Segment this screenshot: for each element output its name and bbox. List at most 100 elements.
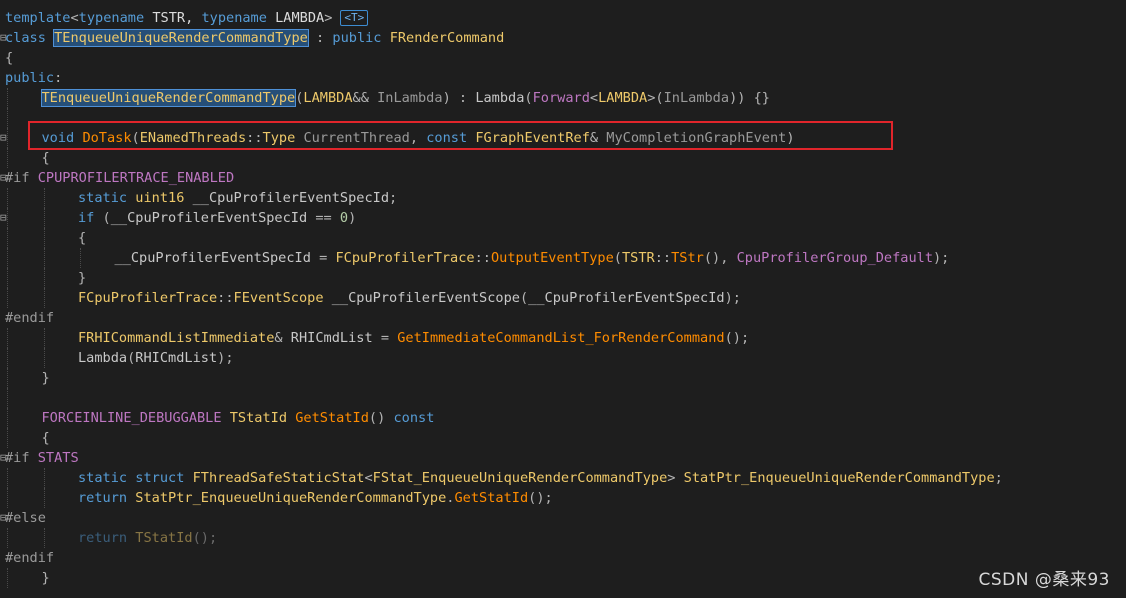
code-token: , (409, 130, 427, 146)
code-line[interactable]: return TStatId(); (0, 528, 1126, 548)
code-token: LAMBDA (598, 90, 648, 106)
code-text: __CpuProfilerEventSpecId = FCpuProfilerT… (115, 248, 950, 268)
code-token: InLambda (377, 90, 443, 106)
indent-guide (7, 128, 8, 148)
code-token: LAMBDA (303, 90, 353, 106)
code-text: #endif (5, 548, 54, 568)
code-text: void DoTask(ENamedThreads::Type CurrentT… (42, 128, 795, 148)
indent-guide (43, 288, 45, 308)
code-token: DoTask (82, 130, 132, 146)
indent-guide (43, 328, 45, 348)
code-token: FThreadSafeStaticStat (192, 470, 365, 486)
code-line[interactable]: } (0, 568, 1126, 588)
code-token: return (78, 490, 128, 506)
code-line[interactable]: static uint16 __CpuProfilerEventSpecId; (0, 188, 1126, 208)
code-token: FRHICommandListImmediate (78, 330, 275, 346)
code-line[interactable]: { (0, 48, 1126, 68)
code-token: public (332, 30, 382, 46)
code-line[interactable]: ⊟ class TEnqueueUniqueRenderCommandType :… (0, 28, 1126, 48)
code-line[interactable]: FORCEINLINE_DEBUGGABLE TStatId GetStatId… (0, 408, 1126, 428)
fold-toggle-icon[interactable]: ⊟ (0, 448, 7, 468)
code-line[interactable]: { (0, 228, 1126, 248)
code-text: template<typename TSTR, typename LAMBDA>… (5, 8, 369, 28)
template-hint-badge[interactable]: <T> (340, 10, 369, 26)
code-text: { (5, 48, 13, 68)
code-line[interactable]: FRHICommandListImmediate& RHICmdList = G… (0, 328, 1126, 348)
code-token: ); (724, 290, 741, 306)
code-line[interactable]: FCpuProfilerTrace::FEventScope __CpuProf… (0, 288, 1126, 308)
code-line[interactable]: ⊟ #if STATS (0, 448, 1126, 468)
code-line[interactable]: } (0, 368, 1126, 388)
code-token: FEventScope (233, 290, 324, 306)
code-token: if (78, 210, 95, 226)
code-token: < (589, 90, 599, 106)
code-line[interactable]: return StatPtr_EnqueueUniqueRenderComman… (0, 488, 1126, 508)
code-token: < (70, 10, 79, 26)
code-line[interactable] (0, 388, 1126, 408)
code-line[interactable]: Lambda(RHICmdList); (0, 348, 1126, 368)
code-line[interactable]: ⊟ void DoTask(ENamedThreads::Type Current… (0, 128, 1126, 148)
code-token: ENamedThreads (139, 130, 247, 146)
code-line[interactable]: static struct FThreadSafeStaticStat<FSta… (0, 468, 1126, 488)
indent-guide (43, 528, 45, 548)
code-line[interactable]: } (0, 268, 1126, 288)
code-line[interactable]: template<typename TSTR, typename LAMBDA>… (0, 8, 1126, 28)
code-line[interactable] (0, 108, 1126, 128)
code-token: void (41, 130, 75, 146)
code-token: : (54, 70, 63, 86)
code-line[interactable]: { (0, 148, 1126, 168)
code-token: > (324, 10, 333, 26)
fold-toggle-icon[interactable]: ⊟ (0, 168, 7, 188)
code-token: = (310, 250, 336, 266)
code-token: :: (217, 290, 234, 306)
fold-toggle-icon[interactable]: ⊟ (0, 128, 7, 148)
code-line[interactable]: TEnqueueUniqueRenderCommandType(LAMBDA&&… (0, 88, 1126, 108)
code-token: Lambda (78, 350, 128, 366)
code-line[interactable]: { (0, 428, 1126, 448)
fold-toggle-icon[interactable]: ⊟ (0, 28, 7, 48)
code-line[interactable]: public: (0, 68, 1126, 88)
fold-toggle-icon[interactable]: ⊟ (0, 208, 7, 228)
code-token: return (78, 530, 128, 546)
code-token: } (41, 570, 50, 586)
code-line[interactable]: #endif (0, 548, 1126, 568)
code-token: static (78, 470, 128, 486)
code-token: TStatId (229, 410, 288, 426)
code-token: #endif (5, 550, 55, 566)
code-line[interactable]: ⊟ #if CPUPROFILERTRACE_ENABLED (0, 168, 1126, 188)
code-token: FCpuProfilerTrace (335, 250, 475, 266)
code-token: #else (5, 510, 46, 526)
code-line[interactable]: #endif (0, 308, 1126, 328)
indent-guide (7, 408, 8, 428)
indent-guide (43, 348, 45, 368)
code-text: #if STATS (5, 448, 79, 468)
code-token: 0 (339, 210, 349, 226)
code-text: static uint16 __CpuProfilerEventSpecId; (78, 188, 397, 208)
code-line[interactable]: ⊟ #else (0, 508, 1126, 528)
indent-guide (7, 348, 8, 368)
selected-identifier: TEnqueueUniqueRenderCommandType (40, 89, 297, 107)
code-token: RHICmdList (290, 330, 373, 346)
code-token: } (41, 370, 50, 386)
code-token: Forward (532, 90, 590, 106)
code-token: : (307, 30, 333, 46)
code-token: StatPtr_EnqueueUniqueRenderCommandType (135, 490, 447, 506)
code-token: static (78, 190, 128, 206)
code-editor[interactable]: template<typename TSTR, typename LAMBDA>… (0, 8, 1126, 598)
code-text: { (78, 228, 86, 248)
code-token: ) (348, 210, 357, 226)
indent-guide (43, 208, 45, 228)
code-token: LAMBDA (266, 10, 325, 26)
code-token: CPUPROFILERTRACE_ENABLED (37, 170, 235, 186)
code-line[interactable]: __CpuProfilerEventSpecId = FCpuProfilerT… (0, 248, 1126, 268)
code-text: static struct FThreadSafeStaticStat<FSta… (78, 468, 1003, 488)
indent-guide (7, 268, 8, 288)
watermark: CSDN @桑来93 (978, 570, 1110, 590)
code-token: TSTR, (144, 10, 202, 26)
code-line[interactable]: ⊟ if (__CpuProfilerEventSpecId == 0) (0, 208, 1126, 228)
code-token: == (307, 210, 340, 226)
fold-toggle-icon[interactable]: ⊟ (0, 508, 7, 528)
code-text: FORCEINLINE_DEBUGGABLE TStatId GetStatId… (42, 408, 435, 428)
